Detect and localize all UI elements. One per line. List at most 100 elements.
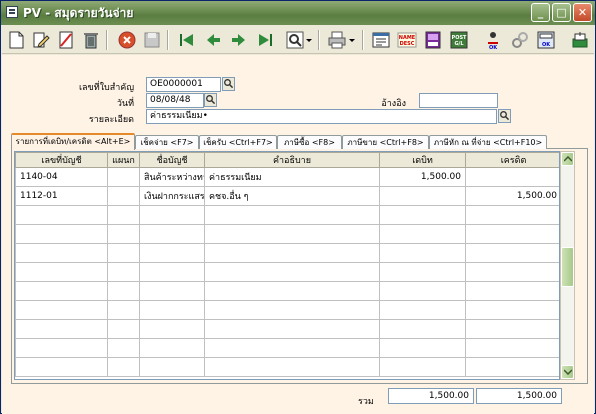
memo-icon (372, 32, 390, 48)
total-debit: 1,500.00 (388, 388, 474, 404)
tab-debit-credit[interactable]: รายการที่เดบิท/เครดิต <Alt+E> (11, 133, 135, 150)
new-icon (9, 31, 24, 49)
calc-ok-button[interactable]: OK (535, 29, 557, 51)
toolbar-separator (318, 30, 320, 50)
cell-account-no[interactable]: 1112-01 (15, 186, 108, 206)
title-bar: PV - สมุดรายวันจ่าย _ □ ✕ (1, 1, 595, 25)
tab-cheque-receive[interactable]: เช็ครับ <Ctrl+F7> (199, 135, 277, 149)
last-record-button[interactable] (254, 29, 276, 51)
scroll-thumb[interactable] (561, 247, 574, 287)
date-input[interactable]: 08/08/48 (146, 93, 204, 108)
scroll-up-button[interactable] (561, 152, 574, 166)
edit-button[interactable] (30, 29, 52, 51)
description-input[interactable]: ค่าธรรมเนียม• (146, 109, 497, 124)
table-row[interactable] (15, 300, 559, 320)
cell-account-name[interactable]: สินค้าระหว่างทา (139, 167, 205, 187)
table-row[interactable] (15, 319, 559, 339)
doc-no-input[interactable]: OE0000001 (146, 77, 221, 92)
col-credit[interactable]: เครดิต (465, 152, 559, 168)
delete-button[interactable] (80, 29, 102, 51)
scroll-down-button[interactable] (561, 365, 574, 379)
print-dropdown-button[interactable] (347, 29, 357, 51)
name-desc-button[interactable]: NAME DESC (396, 29, 418, 51)
table-row[interactable] (15, 281, 559, 301)
cell-department[interactable] (107, 186, 140, 206)
save-icon (144, 32, 160, 48)
table-row[interactable]: 1112-01 เงินฝากกระแสร คชจ.อื่น ๆ 1,500.0… (15, 186, 559, 206)
last-icon (259, 34, 272, 46)
next-record-button[interactable] (228, 29, 250, 51)
svg-text:G/L: G/L (454, 41, 464, 47)
find-button[interactable] (284, 29, 306, 51)
save-button[interactable] (141, 29, 163, 51)
col-debit[interactable]: เดบิท (379, 152, 466, 168)
first-record-button[interactable] (176, 29, 198, 51)
purple-doc-icon (425, 31, 441, 49)
tab-purchase-tax[interactable]: ภาษีซื้อ <F8> (277, 135, 342, 149)
reference-input[interactable] (419, 93, 498, 108)
toolbar-separator (167, 30, 169, 50)
purple-doc-button[interactable] (422, 29, 444, 51)
stop-button[interactable] (116, 29, 138, 51)
col-account-no[interactable]: เลขที่บัญชี (15, 152, 108, 168)
tools-button[interactable] (509, 29, 531, 51)
print-button[interactable] (326, 29, 348, 51)
table-row[interactable] (15, 243, 559, 263)
cell-department[interactable] (107, 167, 140, 187)
search-icon (224, 79, 234, 89)
grid-vertical-scrollbar[interactable] (560, 151, 575, 380)
cell-description[interactable]: ค่าธรรมเนียม (204, 167, 380, 187)
close-button[interactable]: ✕ (573, 3, 592, 22)
col-account-name[interactable]: ชื่อบัญชี (139, 152, 205, 168)
new-document-button[interactable] (5, 29, 27, 51)
find-dropdown-button[interactable] (304, 29, 314, 51)
ok-icon: OK (488, 32, 498, 50)
cell-credit[interactable]: 1,500.00 (465, 186, 559, 206)
dropdown-icon (349, 39, 355, 42)
ok-user-button[interactable]: OK (482, 29, 504, 51)
stop-icon (118, 31, 136, 49)
cell-credit[interactable] (465, 167, 559, 187)
table-row[interactable] (15, 205, 559, 225)
journal-grid: เลขที่บัญชี แผนก ชื่อบัญชี คำอธิบาย เดบิ… (14, 151, 560, 380)
main-content: เลขที่ใบสำคัญ OE0000001 วันที่ 08/08/48 … (2, 55, 594, 414)
chevron-down-icon (564, 369, 572, 375)
table-row[interactable] (15, 224, 559, 244)
description-lookup-button[interactable] (498, 109, 511, 123)
svg-text:OK: OK (489, 45, 498, 50)
toolbar: NAME DESC POST G/L OK OK (2, 26, 594, 54)
window-title: PV - สมุดรายวันจ่าย (23, 6, 134, 20)
tab-cheque-pay[interactable]: เช็คจ่าย <F7> (135, 135, 199, 149)
exit-button[interactable] (569, 29, 591, 51)
table-row[interactable] (15, 262, 559, 282)
maximize-button[interactable]: □ (552, 3, 571, 22)
first-icon (180, 34, 193, 46)
table-row[interactable] (15, 357, 559, 377)
memo-button[interactable] (370, 29, 392, 51)
cell-account-name[interactable]: เงินฝากกระแสร (139, 186, 205, 206)
prev-record-button[interactable] (202, 29, 224, 51)
edit-icon (33, 32, 50, 48)
find-icon (286, 31, 304, 49)
doc-no-lookup-button[interactable] (222, 77, 235, 91)
print-icon (328, 31, 346, 49)
post-gl-icon: POSTG/L (450, 31, 468, 49)
tab-sales-tax[interactable]: ภาษีขาย <Ctrl+F8> (342, 135, 429, 149)
cell-description[interactable]: คชจ.อื่น ๆ (204, 186, 380, 206)
cancel-document-button[interactable] (55, 29, 77, 51)
cell-account-no[interactable]: 1140-04 (15, 167, 108, 187)
total-label: รวม (358, 397, 374, 407)
cell-debit[interactable] (379, 186, 466, 206)
tools-icon (512, 32, 528, 48)
date-picker-button[interactable] (204, 93, 217, 107)
doc-no-label: เลขที่ใบสำคัญ (78, 83, 134, 93)
date-label: วันที่ (116, 99, 134, 109)
cell-debit[interactable]: 1,500.00 (379, 167, 466, 187)
table-row[interactable]: 1140-04 สินค้าระหว่างทา ค่าธรรมเนียม 1,5… (15, 167, 559, 187)
col-description[interactable]: คำอธิบาย (204, 152, 380, 168)
tab-withholding-tax[interactable]: ภาษีหัก ณ ที่จ่าย <Ctrl+F10> (429, 135, 547, 149)
minimize-button[interactable]: _ (531, 3, 550, 22)
col-department[interactable]: แผนก (107, 152, 140, 168)
post-gl-button[interactable]: POST G/L (448, 29, 470, 51)
table-row[interactable] (15, 338, 559, 358)
